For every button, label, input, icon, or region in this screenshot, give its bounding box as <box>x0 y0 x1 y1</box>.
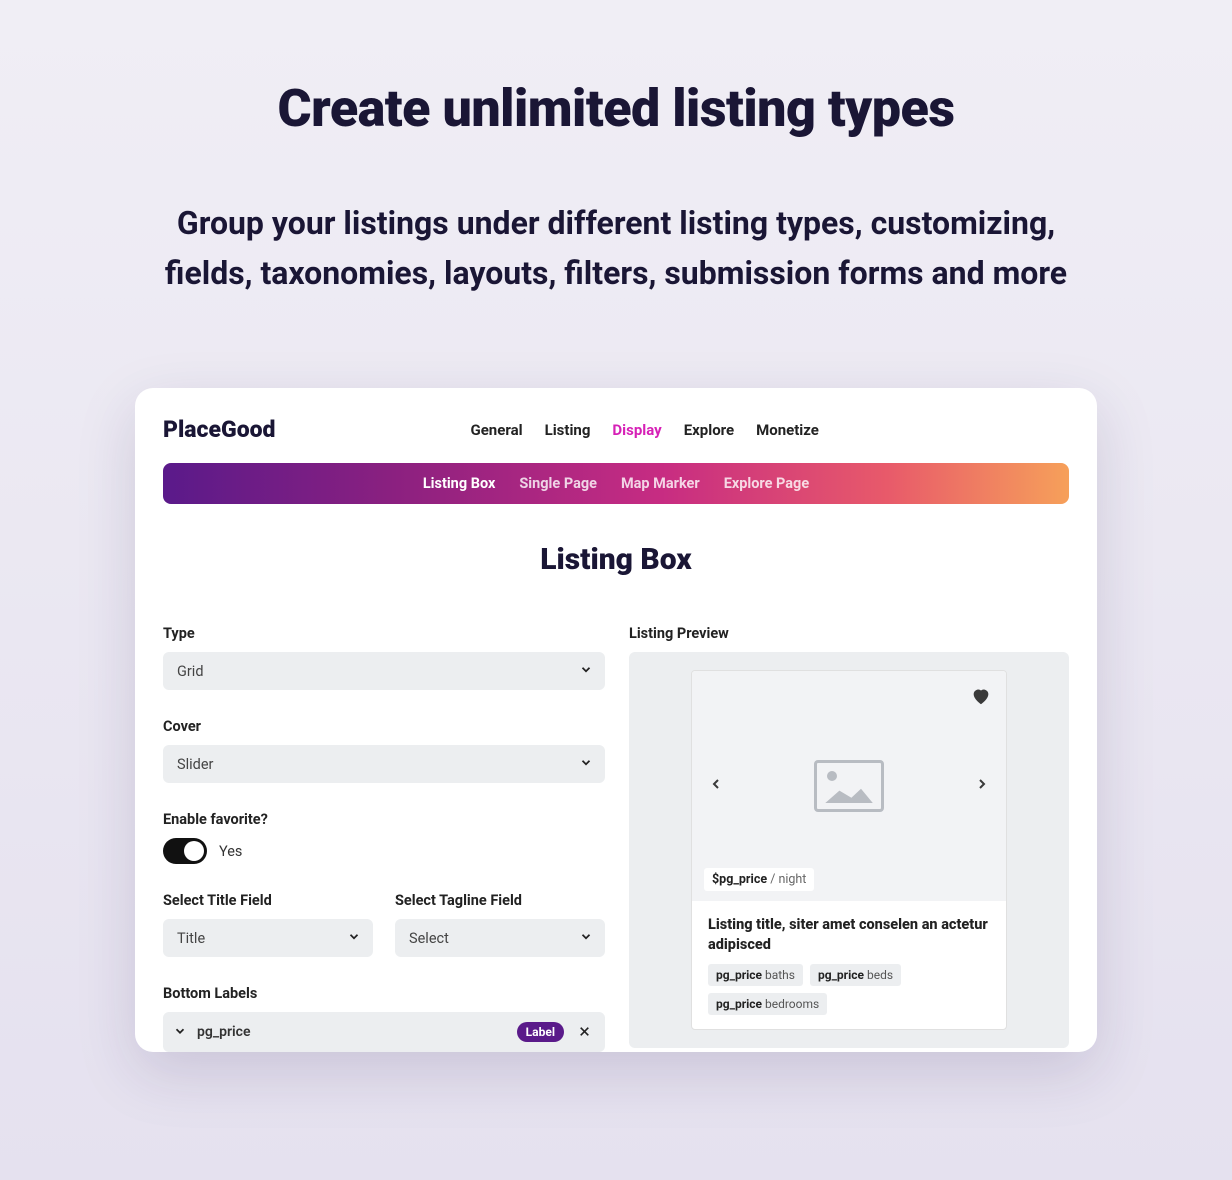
form-column: Type Grid Cover Slider Enable favorite? <box>163 625 605 1052</box>
preview-box: $pg_price / night Listing title, siter a… <box>629 652 1069 1048</box>
subtab-listing-box[interactable]: Listing Box <box>423 475 496 492</box>
tagline-field-label: Select Tagline Field <box>395 892 605 909</box>
section-title: Listing Box <box>163 542 1069 577</box>
card-header: PlaceGood General Listing Display Explor… <box>163 416 1069 463</box>
chip-row: pg_price baths pg_price beds pg_price be… <box>708 964 990 1015</box>
bottom-labels-label: Bottom Labels <box>163 985 605 1002</box>
chip-var: pg_price <box>716 997 762 1011</box>
top-nav: General Listing Display Explore Monetize <box>470 421 818 439</box>
preview-column: Listing Preview <box>629 625 1069 1052</box>
favorite-label: Enable favorite? <box>163 811 605 828</box>
price-var: $pg_price <box>712 872 767 887</box>
type-label: Type <box>163 625 605 642</box>
tab-explore[interactable]: Explore <box>684 421 734 439</box>
chip-var: pg_price <box>716 968 762 982</box>
settings-card: PlaceGood General Listing Display Explor… <box>135 388 1097 1052</box>
sub-nav: Listing Box Single Page Map Marker Explo… <box>163 463 1069 504</box>
chip: pg_price beds <box>810 964 901 986</box>
cover-label: Cover <box>163 718 605 735</box>
tab-monetize[interactable]: Monetize <box>756 421 819 439</box>
page-title: Create unlimited listing types <box>0 78 1232 139</box>
brand-logo: PlaceGood <box>163 416 275 443</box>
tab-listing[interactable]: Listing <box>545 421 591 439</box>
type-select-value: Grid <box>177 663 204 680</box>
cover-select[interactable]: Slider <box>163 745 605 783</box>
cover-select-value: Slider <box>177 756 213 773</box>
favorite-toggle[interactable] <box>163 838 207 864</box>
chip: pg_price bedrooms <box>708 993 827 1015</box>
preview-heading: Listing Preview <box>629 625 1069 642</box>
subtab-explore-page[interactable]: Explore Page <box>724 475 809 492</box>
tab-general[interactable]: General <box>470 421 522 439</box>
bottom-label-item[interactable]: pg_price Label <box>163 1012 605 1052</box>
page-subtitle: Group your listings under different list… <box>136 199 1096 298</box>
chevron-down-icon[interactable] <box>173 1023 187 1042</box>
tagline-field-select[interactable]: Select <box>395 919 605 957</box>
chip-text: bedrooms <box>762 997 819 1011</box>
heart-icon[interactable] <box>970 685 992 711</box>
chevron-right-icon[interactable] <box>968 770 996 802</box>
preview-title: Listing title, siter amet conselen an ac… <box>708 915 990 954</box>
toggle-knob <box>184 841 204 861</box>
chip: pg_price baths <box>708 964 803 986</box>
chevron-left-icon[interactable] <box>702 770 730 802</box>
favorite-value: Yes <box>219 843 242 860</box>
bottom-label-text: pg_price <box>197 1024 507 1040</box>
title-field-label: Select Title Field <box>163 892 373 909</box>
subtab-single-page[interactable]: Single Page <box>519 475 597 492</box>
price-tag: $pg_price / night <box>704 868 814 891</box>
price-suffix: / night <box>767 872 806 887</box>
panel-body: Type Grid Cover Slider Enable favorite? <box>163 625 1069 1052</box>
image-placeholder-icon <box>814 760 884 812</box>
tab-display[interactable]: Display <box>612 421 661 439</box>
title-field-select[interactable]: Title <box>163 919 373 957</box>
title-field-value: Title <box>177 930 205 947</box>
close-icon[interactable] <box>574 1019 595 1046</box>
preview-card: $pg_price / night Listing title, siter a… <box>691 670 1007 1030</box>
chip-text: baths <box>762 968 795 982</box>
tagline-field-value: Select <box>409 930 449 947</box>
type-select[interactable]: Grid <box>163 652 605 690</box>
chip-var: pg_price <box>818 968 864 982</box>
preview-media: $pg_price / night <box>692 671 1006 901</box>
chip-text: beds <box>864 968 893 982</box>
preview-body: Listing title, siter amet conselen an ac… <box>692 901 1006 1029</box>
bottom-label-badge: Label <box>517 1022 564 1042</box>
subtab-map-marker[interactable]: Map Marker <box>621 475 700 492</box>
